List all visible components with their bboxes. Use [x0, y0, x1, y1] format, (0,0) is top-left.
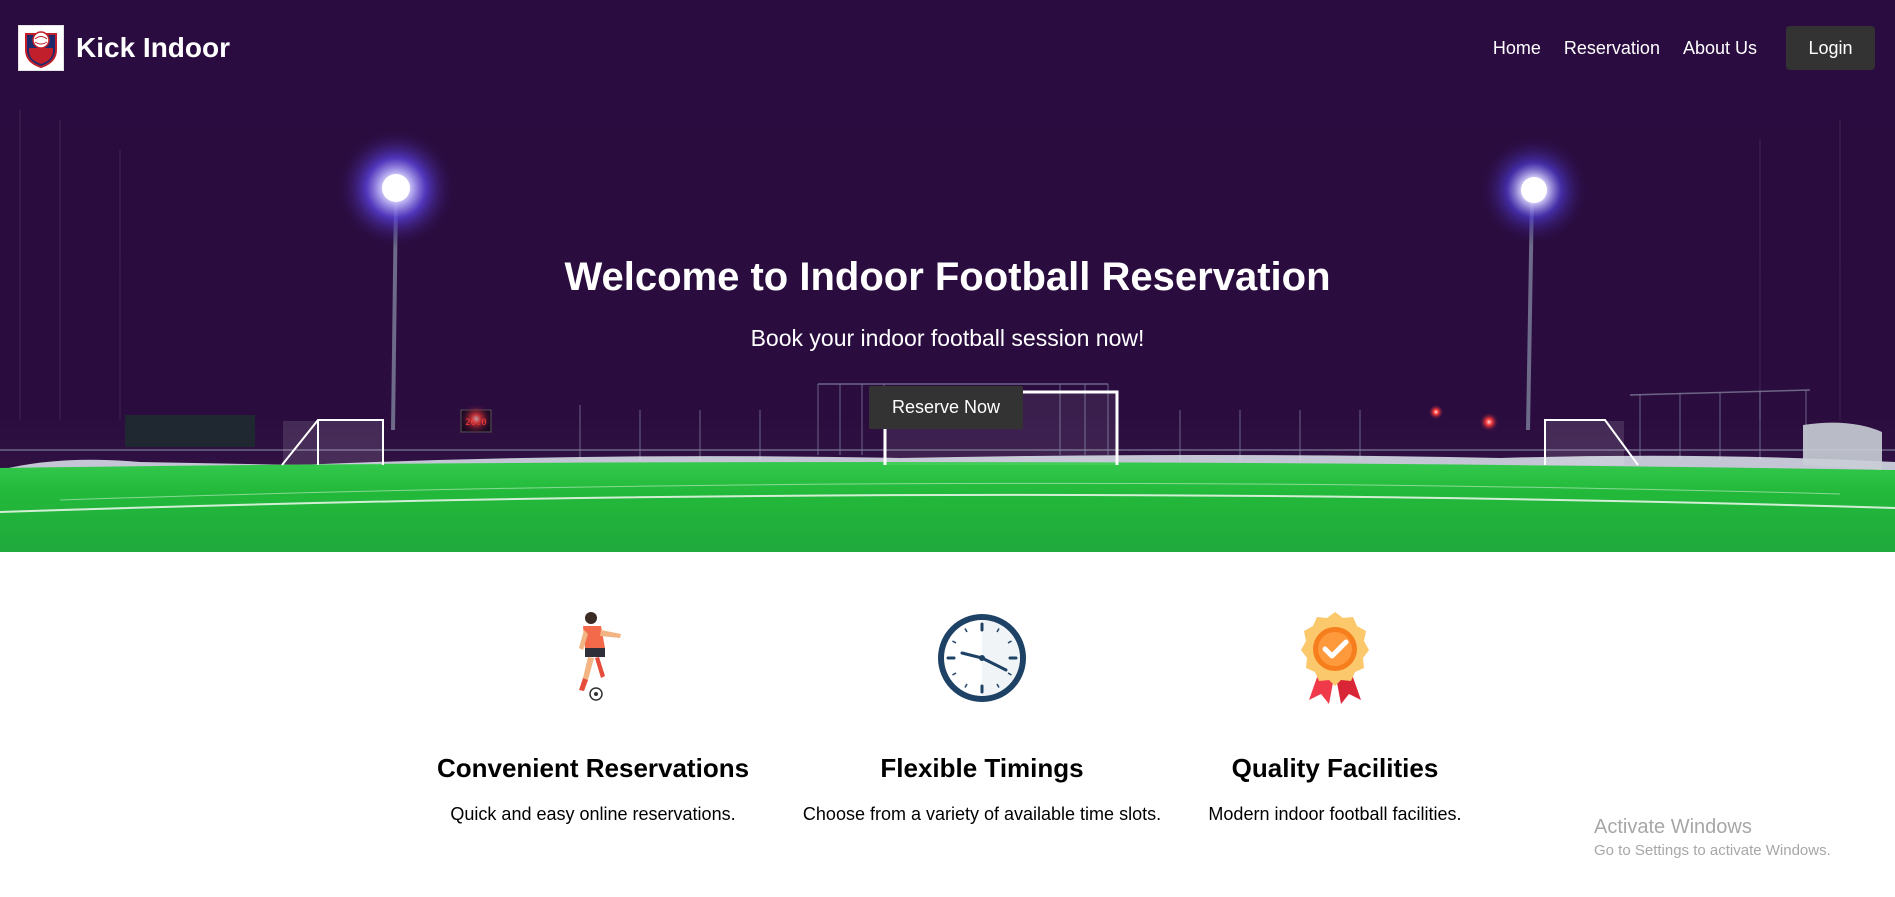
feature-title: Convenient Reservations — [436, 753, 750, 783]
navbar: Kick Indoor Home Reservation About Us Lo… — [0, 0, 1895, 96]
hero-section: 20:0 Kick Indoor Home Reservation About … — [0, 0, 1895, 552]
activate-windows-subtitle: Go to Settings to activate Windows. — [1594, 842, 1831, 859]
quality-badge-icon — [1301, 612, 1369, 704]
feature-title: Quality Facilities — [1231, 753, 1439, 783]
hero-subtitle: Book your indoor football session now! — [750, 325, 1145, 351]
nav-links: Home Reservation About Us Login — [1470, 26, 1875, 70]
scoreboard-text: 20:0 — [465, 418, 487, 428]
activate-windows-title: Activate Windows — [1594, 816, 1752, 838]
clock-icon — [938, 614, 1026, 702]
activate-windows-watermark: Activate Windows Go to Settings to activ… — [1594, 816, 1831, 859]
football-player-icon — [579, 612, 621, 701]
nav-about-us-link[interactable]: About Us — [1683, 38, 1757, 59]
feature-text: Quick and easy online reservations. — [450, 804, 736, 824]
hero-title: Welcome to Indoor Football Reservation — [564, 255, 1331, 299]
reserve-now-button[interactable]: Reserve Now — [869, 386, 1023, 429]
login-button[interactable]: Login — [1786, 26, 1875, 70]
kick-indoor-logo-icon[interactable] — [18, 25, 64, 71]
brand-name[interactable]: Kick Indoor — [76, 32, 230, 64]
nav-home-link[interactable]: Home — [1493, 38, 1541, 59]
brand[interactable]: Kick Indoor — [18, 25, 230, 71]
feature-text: Modern indoor football facilities. — [1208, 804, 1462, 824]
feature-title: Flexible Timings — [880, 753, 1084, 783]
nav-reservation-link[interactable]: Reservation — [1564, 38, 1660, 59]
feature-text: Choose from a variety of available time … — [802, 804, 1162, 824]
